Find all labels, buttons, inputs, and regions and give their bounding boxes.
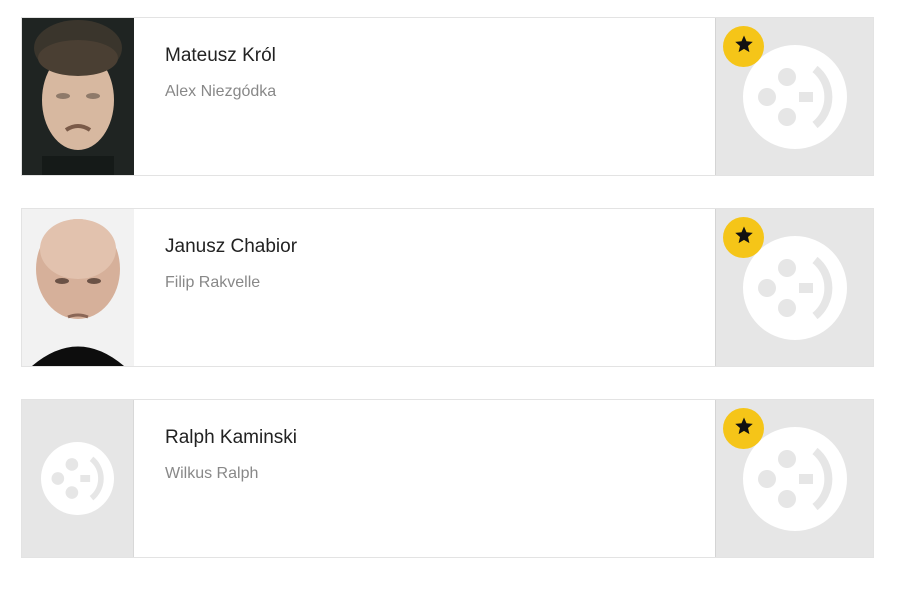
- film-reel-placeholder-icon: [743, 45, 847, 154]
- actor-name[interactable]: Ralph Kaminski: [165, 426, 297, 450]
- actor-portrait-image: [22, 209, 134, 366]
- role-name: Filip Rakvelle: [165, 274, 261, 291]
- star-icon: [734, 416, 754, 441]
- cast-info: Ralph Kaminski Wilkus Ralph: [165, 426, 297, 484]
- film-reel-placeholder-icon: [41, 442, 114, 520]
- actor-photo[interactable]: [22, 18, 134, 175]
- actor-photo-placeholder[interactable]: [22, 400, 134, 557]
- cast-card[interactable]: Mateusz Król Alex Niezgódka: [21, 17, 874, 176]
- film-reel-placeholder-icon: [743, 427, 847, 536]
- title-poster-placeholder[interactable]: [715, 400, 873, 557]
- title-poster-placeholder[interactable]: [715, 209, 873, 366]
- actor-name[interactable]: Mateusz Król: [165, 44, 276, 68]
- title-poster-placeholder[interactable]: [715, 18, 873, 175]
- actor-name[interactable]: Janusz Chabior: [165, 235, 297, 259]
- cast-list: Mateusz Król Alex Niezgódka Janusz Chabi…: [21, 17, 874, 590]
- role-name: Wilkus Ralph: [165, 465, 259, 482]
- actor-photo[interactable]: [22, 209, 134, 366]
- favorite-star-badge[interactable]: [723, 26, 764, 67]
- cast-info: Janusz Chabior Filip Rakvelle: [165, 235, 297, 293]
- cast-card[interactable]: Janusz Chabior Filip Rakvelle: [21, 208, 874, 367]
- film-reel-placeholder-icon: [743, 236, 847, 345]
- star-icon: [734, 225, 754, 250]
- cast-info: Mateusz Król Alex Niezgódka: [165, 44, 276, 102]
- cast-card[interactable]: Ralph Kaminski Wilkus Ralph: [21, 399, 874, 558]
- star-icon: [734, 34, 754, 59]
- actor-portrait-image: [22, 18, 134, 175]
- role-name: Alex Niezgódka: [165, 83, 277, 100]
- favorite-star-badge[interactable]: [723, 217, 764, 258]
- favorite-star-badge[interactable]: [723, 408, 764, 449]
